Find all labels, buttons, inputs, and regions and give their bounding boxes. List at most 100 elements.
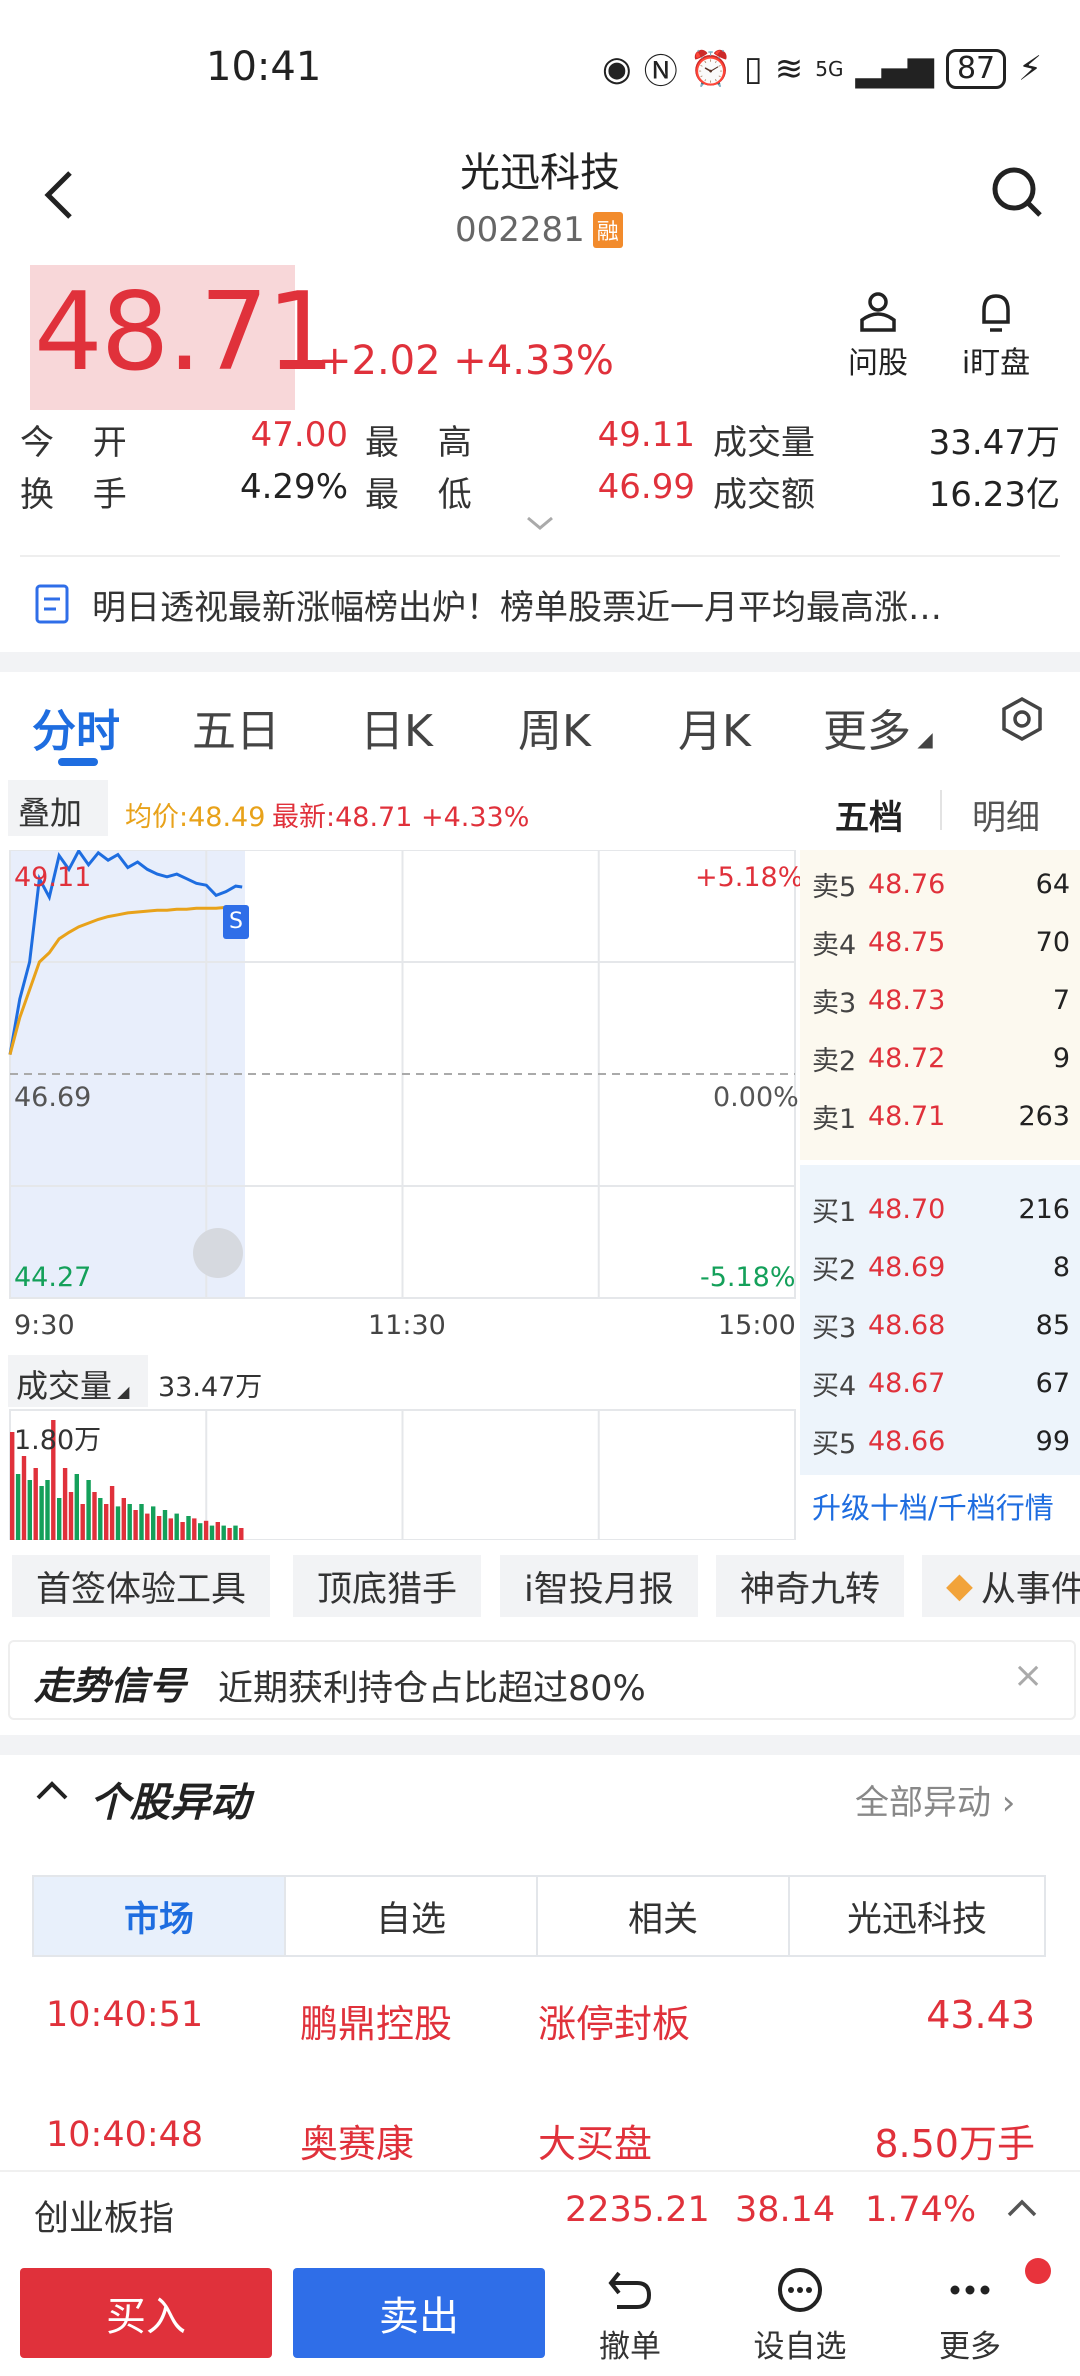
buy-button[interactable]: 买入 (20, 2268, 272, 2358)
more-icon (950, 2285, 990, 2295)
charging-icon: ⚡ (1018, 48, 1042, 89)
tab-five-levels[interactable]: 五档 (835, 790, 903, 839)
ask-level: 卖2 (812, 1045, 857, 1077)
edit-icon[interactable] (193, 1228, 243, 1278)
tab-weekly-k[interactable]: 周K (518, 695, 591, 759)
seg-related[interactable]: 相关 (536, 1875, 790, 1957)
x-tick-close: 15:00 (718, 1310, 796, 1341)
caret-icon: ◢ (911, 727, 933, 751)
volume-bar (57, 1498, 62, 1540)
tab-daily-k[interactable]: 日K (360, 695, 433, 759)
ask-row[interactable]: 卖3 48.73 7 (812, 971, 1070, 1029)
vibrate-icon: ▯ (744, 48, 763, 89)
bid-row[interactable]: 买5 48.66 99 (812, 1412, 1070, 1470)
ask-row[interactable]: 卖4 48.75 70 (812, 913, 1070, 971)
expand-index-button[interactable] (1005, 2197, 1039, 2223)
more-button[interactable]: 更多 (900, 2265, 1040, 2366)
tool-first-sign[interactable]: 首签体验工具 (12, 1555, 271, 1617)
volume-bar (209, 1525, 215, 1540)
document-icon (34, 583, 70, 629)
ask-price: 48.72 (868, 1042, 946, 1074)
sell-signal-marker[interactable]: S (223, 905, 249, 939)
bid-price: 48.68 (868, 1309, 946, 1341)
intraday-chart[interactable] (0, 850, 800, 1540)
search-button[interactable] (990, 165, 1046, 225)
seg-watchlist[interactable]: 自选 (284, 1875, 538, 1957)
all-moves-label: 全部异动 (855, 1783, 991, 1823)
tab-five-day[interactable]: 五日 (192, 695, 280, 759)
volume-bar (127, 1504, 132, 1540)
tool-magic-nine[interactable]: 神奇九转 (716, 1555, 905, 1617)
more-label: 更多 (939, 2329, 1001, 2365)
upgrade-link[interactable]: 升级十档/千档行情 (812, 1485, 1054, 1527)
ask-row[interactable]: 卖1 48.71 263 (812, 1087, 1070, 1145)
tab-monthly-k[interactable]: 月K (678, 695, 751, 759)
volume-bar (98, 1498, 103, 1540)
sell-button[interactable]: 卖出 (293, 2268, 545, 2358)
volume-bar (151, 1506, 156, 1540)
volume-bar (162, 1510, 168, 1540)
watch-label: 设自选 (753, 2329, 847, 2365)
bid-level: 买4 (812, 1370, 857, 1402)
all-moves-link[interactable]: 全部异动 › (855, 1775, 1015, 1824)
notification-dot (1025, 2258, 1051, 2284)
price-change: +2.02 +4.33% (318, 338, 614, 384)
tab-detail[interactable]: 明细 (972, 790, 1040, 839)
bid-row[interactable]: 买1 48.70 216 (812, 1180, 1070, 1238)
move-time: 10:40:51 (46, 1995, 204, 2035)
volume-bar (215, 1522, 220, 1540)
bell-icon (982, 294, 1010, 332)
bid-volume: 85 (1035, 1309, 1070, 1341)
volume-bar (15, 1474, 21, 1540)
tool-event[interactable]: ◆ 从事件 (922, 1555, 1080, 1617)
open-value: 47.00 (250, 415, 348, 455)
move-stock[interactable]: 鹏鼎控股 (300, 1993, 452, 2048)
seg-market[interactable]: 市场 (32, 1875, 286, 1957)
volume-indicator-button[interactable]: 成交量 ◢ (8, 1355, 148, 1407)
bid-row[interactable]: 买2 48.69 8 (812, 1238, 1070, 1296)
move-event: 涨停封板 (538, 2002, 691, 2046)
y-pct-mid: 0.00% (713, 1082, 799, 1113)
ask-price: 48.75 (868, 926, 946, 958)
latest-price: 最新:48.71 +4.33% (272, 802, 530, 833)
volume-bar (39, 1486, 44, 1540)
bid-row[interactable]: 买3 48.68 85 (812, 1296, 1070, 1354)
overlay-button[interactable]: 叠加 ◢ (8, 780, 108, 868)
bid-level: 买2 (812, 1254, 857, 1286)
volume-bar (133, 1510, 138, 1540)
bid-row[interactable]: 买4 48.67 67 (812, 1354, 1070, 1412)
tool-monthly-report[interactable]: i智投月报 (500, 1555, 698, 1617)
move-event: 大买盘 (538, 2122, 653, 2166)
avg-price: 均价:48.49 (125, 802, 266, 833)
cancel-order-button[interactable]: 撤单 (560, 2265, 700, 2366)
ask-stock-icon (860, 292, 896, 332)
battery-icon: 87 (945, 48, 1007, 89)
move-stock[interactable]: 奥赛康 (300, 2113, 414, 2168)
x-tick-noon: 11:30 (368, 1310, 446, 1341)
moves-title: 个股异动 (90, 1780, 250, 1826)
watch-label: i盯盘 (961, 346, 1031, 381)
chevron-up-icon (36, 1781, 68, 1800)
seg-this-stock[interactable]: 光迅科技 (788, 1875, 1046, 1957)
amount-label: 成交额 (713, 475, 815, 515)
tab-more[interactable]: 更多 ◢ (823, 695, 933, 759)
volume-bar (168, 1518, 173, 1540)
add-watchlist-button[interactable]: 设自选 (730, 2265, 870, 2366)
bid-price: 48.70 (868, 1193, 946, 1225)
settings-button[interactable] (998, 695, 1046, 747)
volume-bar (109, 1486, 115, 1540)
tool-top-bottom[interactable]: 顶底猎手 (293, 1555, 482, 1617)
bid-volume: 8 (1052, 1251, 1070, 1283)
ask-row[interactable]: 卖5 48.76 64 (812, 855, 1070, 913)
tab-intraday[interactable]: 分时 (32, 695, 120, 759)
watch-button[interactable]: i盯盘 (946, 290, 1046, 382)
close-icon[interactable]: × (1013, 1655, 1043, 1696)
ask-row[interactable]: 卖2 48.72 9 (812, 1029, 1070, 1087)
volume-bar (145, 1513, 150, 1540)
open-label: 今 开 (20, 423, 141, 463)
ask-stock-button[interactable]: 问股 (828, 290, 928, 382)
divider (940, 790, 942, 830)
volume-bar (62, 1468, 68, 1540)
expand-stats-button[interactable] (525, 515, 555, 535)
collapse-button[interactable] (34, 1778, 70, 1806)
